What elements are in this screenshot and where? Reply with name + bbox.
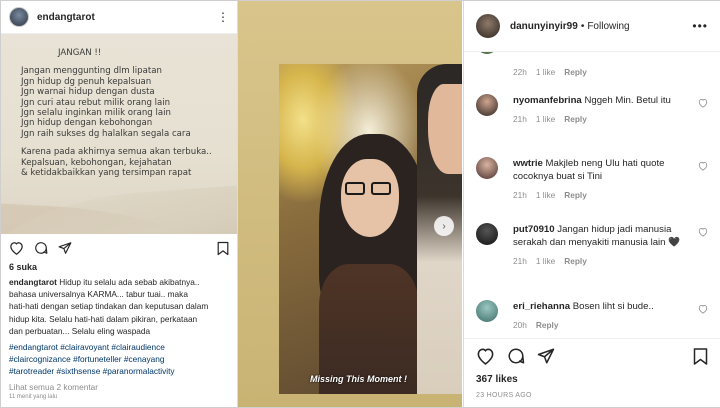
- post-actions: [1, 234, 237, 262]
- likes-count[interactable]: 6 suka: [1, 262, 237, 272]
- comment-time: 21h: [513, 190, 527, 200]
- comment-likes[interactable]: 1 like: [536, 67, 555, 77]
- bookmark-icon[interactable]: [693, 347, 708, 366]
- note-line: Jgn hidup dengan kebohongan: [21, 118, 153, 129]
- note-title: JANGAN !!: [58, 48, 102, 58]
- reply-button[interactable]: Reply: [564, 256, 587, 266]
- note-line: & ketidakbaikkan yang tersimpan rapat: [21, 168, 192, 179]
- comments-panel: danunyinyir99 • Following ••• 22h 1 like Rep…: [463, 1, 720, 407]
- caption-text: hidup kita. Selalu hati-hati dalam pikir…: [9, 313, 198, 324]
- heart-icon[interactable]: [698, 304, 708, 314]
- handwritten-note: JANGAN !! Jangan menggunting dlm lipatan…: [21, 48, 231, 178]
- note-line: Jgn curi atau rebut milik orang lain: [21, 97, 171, 108]
- comment-username[interactable]: nyomanfebrina: [513, 95, 582, 106]
- left-post-header: endangtarot ⋮: [1, 1, 237, 34]
- share-icon[interactable]: [58, 241, 72, 255]
- caption-text: bahasa universalnya KARMA... tabur tuai.…: [9, 289, 188, 300]
- comment-meta: 22h 1 like Reply: [513, 66, 684, 79]
- heart-icon[interactable]: [698, 227, 708, 237]
- comment-username[interactable]: eri_riehanna: [513, 301, 570, 312]
- avatar[interactable]: [476, 94, 498, 116]
- reply-button[interactable]: Reply: [564, 114, 587, 124]
- comment-likes[interactable]: 1 like: [536, 256, 555, 266]
- comments-list: 22h 1 like Reply nyomanfebrina Nggeh Min. …: [464, 52, 720, 338]
- post-timestamp: 23 HOURS AGO: [476, 392, 532, 399]
- post-author: danunyinyir99 • Following: [510, 20, 630, 32]
- comment-likes[interactable]: 1 like: [536, 190, 555, 200]
- post-caption: endangtarot Hidup itu selalu ada sebab a…: [1, 272, 237, 337]
- view-all-comments-link[interactable]: Lihat semua 2 komentar: [1, 378, 237, 392]
- chevron-right-icon[interactable]: ›: [434, 216, 454, 236]
- author-username[interactable]: danunyinyir99: [510, 21, 578, 32]
- comment-body: nyomanfebrina Nggeh Min. Betul itu 21h 1 …: [513, 94, 684, 126]
- left-post: endangtarot ⋮ JANGAN !! Jangan menggunti…: [1, 1, 238, 407]
- post-timestamp: 11 menit yang lalu: [9, 393, 58, 400]
- likes-count[interactable]: 367 likes: [476, 374, 518, 385]
- hashtag-line[interactable]: #claircognizance #fortuneteller #cenayan…: [9, 353, 229, 365]
- woman-face: [341, 159, 399, 237]
- caption-text: dan perbuatan... Selalu eling waspada: [9, 325, 151, 336]
- hashtag-line[interactable]: #tarotreader #sixthsense #paranormalacti…: [9, 365, 229, 377]
- hashtags: #endangtarot #clairavoyant #clairaudienc…: [1, 337, 237, 378]
- comment-icon[interactable]: [507, 347, 525, 365]
- comment-text: Bosen liht si bude..: [572, 301, 654, 312]
- avatar[interactable]: [476, 52, 498, 54]
- caption-text: hati-hati dengan setiap tindakan dan kep…: [9, 301, 209, 312]
- post-actions: [476, 345, 708, 367]
- comment-body: wwtrie Makjleb neng Ulu hati quote cocok…: [513, 157, 684, 202]
- video-panel: Missing This Moment ! ›: [238, 1, 462, 407]
- more-icon[interactable]: ⋮: [217, 11, 229, 23]
- reply-button[interactable]: Reply: [564, 190, 587, 200]
- comment-time: 20h: [513, 320, 527, 330]
- comment-icon[interactable]: [34, 241, 48, 255]
- heart-icon[interactable]: [9, 241, 24, 255]
- note-line: Jgn hidup dg penuh kepalsuan: [21, 76, 152, 87]
- man-face: [428, 84, 462, 174]
- post-username[interactable]: endangtarot: [37, 12, 209, 23]
- note-line: Karena pada akhirnya semua akan terbuka.…: [21, 147, 212, 158]
- share-icon[interactable]: [537, 347, 555, 365]
- caption-username[interactable]: endangtarot: [9, 277, 57, 287]
- note-line: Kepalsuan, kebohongan, kejahatan: [21, 157, 172, 168]
- note-line: Jangan menggunting dlm lipatan: [21, 66, 162, 77]
- post-header: danunyinyir99 • Following •••: [464, 1, 720, 52]
- post-image: JANGAN !! Jangan menggunting dlm lipatan…: [1, 34, 237, 234]
- avatar[interactable]: [9, 7, 29, 27]
- note-line: Jgn warnai hidup dengan dusta: [21, 87, 155, 98]
- comment-time: 22h: [513, 67, 527, 77]
- hashtag-line[interactable]: #endangtarot #clairavoyant #clairaudienc…: [9, 341, 229, 353]
- avatar[interactable]: [476, 14, 500, 38]
- reply-button[interactable]: Reply: [536, 320, 559, 330]
- glasses: [345, 182, 393, 196]
- more-icon[interactable]: •••: [692, 19, 708, 33]
- comment-body: put70910 Jangan hidup jadi manusia serak…: [513, 223, 684, 268]
- avatar[interactable]: [476, 223, 498, 245]
- comment-username[interactable]: put70910: [513, 224, 555, 235]
- avatar[interactable]: [476, 157, 498, 179]
- comment-time: 21h: [513, 114, 527, 124]
- avatar[interactable]: [476, 300, 498, 322]
- note-line: Jgn raih sukses dg halalkan segala cara: [21, 128, 191, 139]
- heart-icon[interactable]: [476, 347, 495, 365]
- heart-icon[interactable]: [698, 98, 708, 108]
- comment-body: eri_riehanna Bosen liht si bude.. 20h Rep…: [513, 300, 684, 332]
- comment-time: 21h: [513, 256, 527, 266]
- note-line: Jgn selalu inginkan milik orang lain: [21, 108, 171, 119]
- divider: [464, 338, 720, 339]
- video-caption: Missing This Moment !: [310, 374, 408, 384]
- bookmark-icon[interactable]: [217, 241, 229, 256]
- reply-button[interactable]: Reply: [564, 67, 587, 77]
- follow-status[interactable]: Following: [587, 21, 629, 32]
- comment-username[interactable]: wwtrie: [513, 158, 543, 169]
- caption-text: Hidup itu selalu ada sebab akibatnya..: [56, 277, 200, 287]
- comment-likes[interactable]: 1 like: [536, 114, 555, 124]
- comment-text: Nggeh Min. Betul itu: [584, 95, 671, 106]
- heart-icon[interactable]: [698, 161, 708, 171]
